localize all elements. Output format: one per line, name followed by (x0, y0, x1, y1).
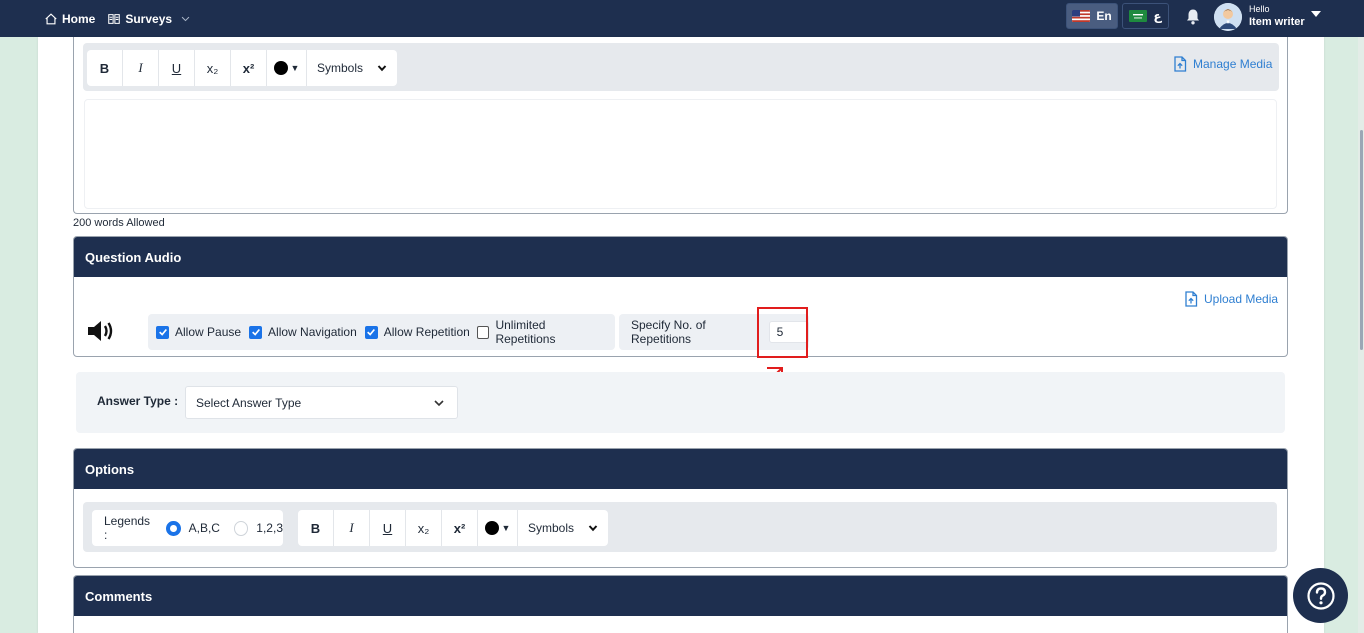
question-audio-title: Question Audio (74, 237, 1287, 277)
allow-repetition-checkbox[interactable]: Allow Repetition (364, 325, 470, 339)
repetitions-label: Specify No. of Repetitions (631, 318, 706, 346)
unlimited-repetitions-label: Unlimited Repetitions (495, 318, 556, 346)
legend-abc-radio[interactable] (165, 520, 181, 536)
symbols-label: Symbols (317, 61, 364, 75)
bold-button[interactable]: B (298, 510, 334, 546)
checkbox-unchecked-icon (477, 325, 490, 339)
top-navbar: Home Surveys En ع Hello Item writer (0, 0, 1364, 37)
symbols-dropdown[interactable]: Symbols (518, 510, 608, 546)
question-mark-icon (1306, 581, 1335, 610)
language-ar-button[interactable]: ع (1122, 3, 1169, 29)
nav-surveys-menu[interactable]: Surveys (107, 12, 191, 26)
bold-button[interactable]: B (87, 50, 123, 86)
scrollbar-thumb[interactable] (1360, 130, 1363, 350)
question-text-editor[interactable] (84, 99, 1277, 209)
book-icon (108, 13, 121, 24)
answer-type-select[interactable]: Select Answer Type (185, 386, 458, 419)
language-ar-label: ع (1153, 9, 1162, 23)
speaker-icon[interactable] (87, 318, 115, 344)
checkbox-checked-icon (156, 325, 169, 339)
manage-media-link[interactable]: Manage Media (1173, 56, 1272, 72)
avatar[interactable] (1214, 3, 1242, 31)
checkbox-checked-icon (249, 325, 263, 339)
italic-button[interactable]: I (334, 510, 370, 546)
user-menu-caret-icon[interactable] (1311, 11, 1321, 17)
symbols-label: Symbols (528, 521, 575, 535)
file-upload-icon (1185, 291, 1198, 307)
language-en-label: En (1096, 9, 1112, 23)
repetitions-count-group: Specify No. of Repetitions 5 (619, 314, 809, 350)
answer-type-placeholder: Select Answer Type (196, 395, 302, 410)
symbols-dropdown[interactable]: Symbols (307, 50, 397, 86)
answer-type-label: Answer Type : (97, 394, 179, 408)
repetitions-input[interactable]: 5 (768, 321, 809, 343)
upload-media-label: Upload Media (1204, 292, 1279, 306)
options-format-button-group: B I U x₂ x² ▼ Symbols (298, 510, 609, 546)
user-greeting[interactable]: Hello Item writer (1249, 3, 1305, 29)
nav-surveys-label: Surveys (125, 11, 173, 26)
subscript-button[interactable]: x₂ (406, 510, 442, 546)
home-icon (45, 12, 57, 24)
subscript-button[interactable]: x₂ (195, 50, 231, 86)
italic-button[interactable]: I (123, 50, 159, 86)
word-limit-text: 200 words Allowed (73, 217, 165, 229)
legends-label: Legends : (104, 514, 151, 542)
text-color-button[interactable]: ▼ (267, 50, 307, 86)
unlimited-repetitions-checkbox[interactable]: Unlimited Repetitions (477, 318, 603, 346)
chevron-down-icon (434, 399, 444, 406)
chevron-down-icon (377, 65, 387, 72)
allow-navigation-label: Allow Navigation (268, 325, 357, 339)
superscript-button[interactable]: x² (231, 50, 267, 86)
color-caret: ▼ (290, 63, 300, 73)
question-editor-toolbar: B I U x₂ x² ▼ Symbols (83, 43, 1279, 91)
upload-media-link[interactable]: Upload Media (1184, 291, 1278, 307)
allow-pause-checkbox[interactable]: Allow Pause (156, 325, 241, 339)
superscript-button[interactable]: x² (442, 510, 478, 546)
underline-button[interactable]: U (159, 50, 195, 86)
user-name: Item writer (1249, 16, 1305, 28)
legend-abc-label: A,B,C (188, 521, 220, 535)
manage-media-label: Manage Media (1193, 57, 1273, 71)
unlimited-repetitions-group: Unlimited Repetitions (469, 314, 615, 350)
nav-links: Home Surveys (44, 0, 197, 37)
color-swatch-icon (273, 61, 288, 75)
audio-options-group: Allow Pause Allow Navigation Allow Repet… (148, 314, 482, 350)
help-button[interactable] (1293, 568, 1348, 623)
format-button-group: B I U x₂ x² ▼ Symbols (87, 50, 398, 86)
color-swatch-icon (484, 521, 499, 535)
legend-123-label: 1,2,3 (256, 521, 283, 535)
chevron-down-icon (588, 525, 598, 532)
allow-repetition-label: Allow Repetition (383, 325, 470, 339)
options-title: Options (74, 449, 1287, 489)
us-flag-icon (1072, 10, 1091, 22)
user-hello: Hello (1249, 4, 1270, 14)
user-avatar-icon (1214, 3, 1242, 31)
allow-navigation-checkbox[interactable]: Allow Navigation (249, 325, 357, 339)
chevron-down-icon (181, 16, 190, 22)
text-color-button[interactable]: ▼ (478, 510, 518, 546)
color-caret: ▼ (501, 523, 511, 533)
bell-icon[interactable] (1185, 8, 1201, 26)
language-en-button[interactable]: En (1066, 3, 1118, 29)
file-upload-icon (1174, 56, 1187, 72)
comments-section: Comments (73, 575, 1288, 633)
nav-home-label: Home (62, 11, 96, 26)
nav-home-link[interactable]: Home (44, 12, 95, 26)
legend-123-radio[interactable] (233, 520, 249, 536)
saudi-flag-icon (1129, 10, 1148, 22)
checkbox-checked-icon (364, 325, 378, 339)
underline-button[interactable]: U (370, 510, 406, 546)
legends-group: Legends : A,B,C 1,2,3 (92, 510, 283, 546)
allow-pause-label: Allow Pause (175, 325, 242, 339)
comments-title: Comments (74, 576, 1287, 616)
